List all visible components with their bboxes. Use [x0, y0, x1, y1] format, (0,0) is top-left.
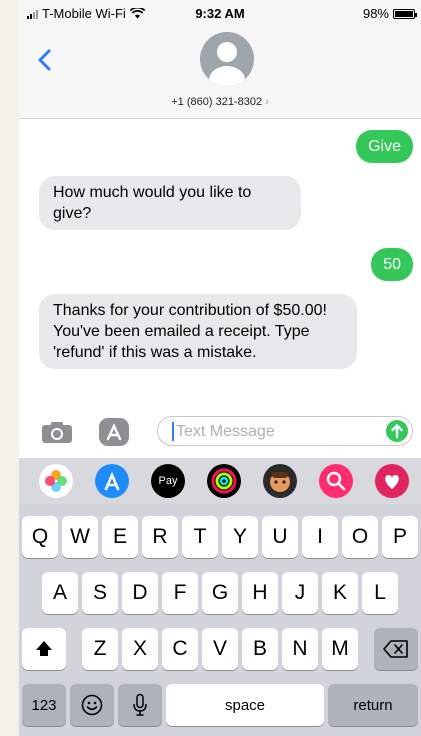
- camera-icon[interactable]: [41, 420, 73, 444]
- compose-bar: Text Message: [19, 410, 421, 454]
- key-a[interactable]: A: [42, 572, 78, 614]
- contact-title[interactable]: +1 (860) 321-8302 ›: [19, 96, 421, 108]
- key-y[interactable]: Y: [222, 516, 258, 558]
- battery-icon: [393, 8, 417, 19]
- key-t[interactable]: T: [182, 516, 218, 558]
- heart-app-icon[interactable]: [375, 464, 409, 498]
- key-s[interactable]: S: [82, 572, 118, 614]
- message-incoming-confirmation: Thanks for your contribution of $50.00! …: [39, 294, 357, 369]
- activity-icon[interactable]: [207, 464, 241, 498]
- microphone-icon: [133, 693, 147, 716]
- avatar-head: [217, 42, 237, 62]
- message-outgoing-amount: 50: [371, 248, 413, 281]
- send-arrow-icon[interactable]: [386, 420, 408, 442]
- backspace-key[interactable]: [374, 628, 418, 670]
- key-f[interactable]: F: [162, 572, 198, 614]
- key-i[interactable]: I: [302, 516, 338, 558]
- contact-chevron-icon: ›: [265, 96, 269, 108]
- key-h[interactable]: H: [242, 572, 278, 614]
- key-m[interactable]: M: [322, 628, 358, 670]
- emoji-icon: [81, 694, 103, 716]
- key-v[interactable]: V: [202, 628, 238, 670]
- key-x[interactable]: X: [122, 628, 158, 670]
- space-key[interactable]: space: [166, 684, 324, 726]
- contact-number: +1 (860) 321-8302: [171, 96, 263, 108]
- return-key[interactable]: return: [328, 684, 418, 726]
- battery-fill: [395, 10, 413, 17]
- key-w[interactable]: W: [62, 516, 98, 558]
- dictation-key[interactable]: [118, 684, 162, 726]
- status-right: 98%: [362, 6, 417, 21]
- key-d[interactable]: D: [122, 572, 158, 614]
- key-u[interactable]: U: [262, 516, 298, 558]
- status-bar: T-Mobile Wi-Fi 9:32 AM 98%: [19, 0, 421, 28]
- key-n[interactable]: N: [282, 628, 318, 670]
- shift-icon: [36, 641, 52, 656]
- key-q[interactable]: Q: [22, 516, 58, 558]
- apple-pay-label: Pay: [158, 475, 178, 487]
- emoji-key[interactable]: [70, 684, 114, 726]
- key-k[interactable]: K: [322, 572, 358, 614]
- apple-pay-icon[interactable]: Pay: [151, 464, 185, 498]
- avatar-body: [209, 66, 245, 86]
- keyboard: Q W E R T Y U I O P A S D F G H J K L Z …: [19, 504, 421, 736]
- memoji-icon[interactable]: [263, 464, 297, 498]
- key-g[interactable]: G: [202, 572, 238, 614]
- back-chevron-icon[interactable]: [35, 48, 53, 72]
- key-l[interactable]: L: [362, 572, 398, 614]
- key-z[interactable]: Z: [82, 628, 118, 670]
- conversation-header: +1 (860) 321-8302 ›: [19, 28, 421, 119]
- key-e[interactable]: E: [102, 516, 138, 558]
- key-r[interactable]: R: [142, 516, 178, 558]
- app-store-app-icon[interactable]: [95, 464, 129, 498]
- key-p[interactable]: P: [382, 516, 418, 558]
- shift-key[interactable]: [22, 628, 66, 670]
- numbers-key[interactable]: 123: [22, 684, 66, 726]
- text-cursor: [172, 422, 174, 441]
- app-drawer: Pay: [19, 458, 421, 504]
- message-incoming-question: How much would you like to give?: [39, 176, 301, 230]
- key-b[interactable]: B: [242, 628, 278, 670]
- message-input[interactable]: Text Message: [157, 416, 413, 446]
- app-store-icon[interactable]: [99, 418, 129, 446]
- message-placeholder: Text Message: [176, 423, 275, 440]
- phone-screen: T-Mobile Wi-Fi 9:32 AM 98% +1 (860) 321-…: [19, 0, 421, 736]
- avatar-icon[interactable]: [200, 32, 254, 86]
- battery-percent: 98%: [362, 6, 389, 21]
- message-outgoing-give: Give: [356, 130, 413, 163]
- search-app-icon[interactable]: [319, 464, 353, 498]
- key-j[interactable]: J: [282, 572, 318, 614]
- status-time: 9:32 AM: [195, 6, 245, 21]
- photos-icon[interactable]: [39, 464, 73, 498]
- key-c[interactable]: C: [162, 628, 198, 670]
- key-o[interactable]: O: [342, 516, 378, 558]
- backspace-icon: [383, 640, 408, 658]
